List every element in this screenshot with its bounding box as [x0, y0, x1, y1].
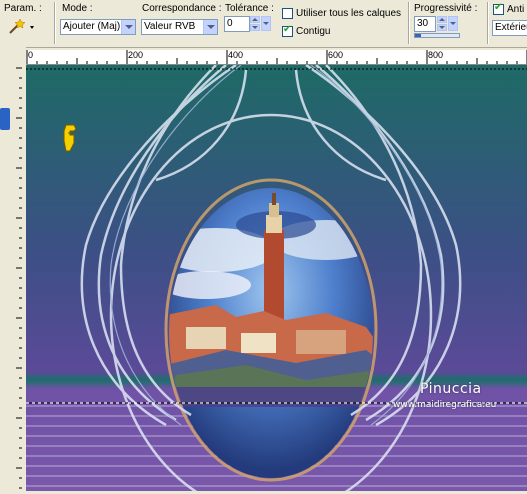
- use-all-layers-label: Utiliser tous les calques: [296, 8, 402, 19]
- use-all-layers-checkbox[interactable]: [282, 8, 293, 19]
- vertical-ruler: [0, 64, 27, 491]
- pointing-hand-icon: [63, 124, 77, 152]
- match-mode-select-value: Valeur RVB: [144, 21, 196, 32]
- horizontal-ruler: 0 200 400 600 800: [26, 50, 527, 65]
- feather-value: 30: [417, 18, 429, 29]
- artwork: [26, 65, 527, 491]
- spin-down-icon[interactable]: [437, 24, 447, 31]
- ruler-corner: [0, 47, 26, 64]
- antialias-select[interactable]: Extérieu: [492, 20, 527, 36]
- ruler-ticks: [26, 50, 527, 64]
- tolerance-value: 0: [227, 18, 233, 29]
- contiguous-checkbox[interactable]: [282, 24, 293, 37]
- antialias-checkbox[interactable]: [493, 2, 504, 15]
- feather-label: Progressivité :: [414, 3, 478, 14]
- magic-wand-icon: [9, 18, 34, 34]
- mode-select-value: Ajouter (Maj): [63, 21, 121, 32]
- spin-down-icon[interactable]: [250, 24, 260, 31]
- ruler-label: 0: [28, 50, 34, 60]
- image-canvas[interactable]: Pinuccia www.maidiregrafica.eu: [26, 65, 527, 491]
- ruler-label: 600: [328, 50, 344, 60]
- tolerance-label: Tolérance :: [225, 3, 274, 14]
- feather-slider-fill: [415, 34, 421, 37]
- ruler-label: 800: [428, 50, 444, 60]
- feather-slider[interactable]: [414, 33, 460, 38]
- separator: [408, 2, 410, 44]
- antialias-label: Anti: [507, 4, 525, 15]
- chevron-down-icon[interactable]: [261, 16, 271, 31]
- magic-wand-preset-button[interactable]: [6, 17, 38, 37]
- tool-options-bar: Param. : Mode : Ajouter (Maj) Correspond…: [0, 0, 527, 48]
- separator: [54, 2, 56, 44]
- chevron-down-icon[interactable]: [448, 16, 458, 31]
- feather-input[interactable]: 30: [414, 16, 436, 32]
- ruler-marker[interactable]: [0, 108, 10, 130]
- watermark-url: www.maidiregrafica.eu: [393, 400, 497, 410]
- tolerance-input[interactable]: 0: [224, 16, 250, 32]
- param-label: Param. :: [4, 3, 42, 14]
- match-mode-select[interactable]: Valeur RVB: [141, 19, 218, 35]
- chevron-down-icon[interactable]: [121, 20, 135, 34]
- spin-up-icon[interactable]: [250, 16, 260, 23]
- antialias-select-value: Extérieu: [495, 22, 527, 33]
- spin-up-icon[interactable]: [437, 16, 447, 23]
- match-mode-label: Correspondance :: [142, 3, 222, 14]
- chevron-down-icon[interactable]: [203, 20, 217, 34]
- tolerance-spinner[interactable]: [250, 16, 272, 32]
- ruler-label: 400: [228, 50, 244, 60]
- mode-label: Mode :: [62, 3, 93, 14]
- watermark-name: Pinuccia: [420, 381, 482, 397]
- feather-spinner[interactable]: [437, 16, 459, 32]
- contiguous-label: Contigu: [296, 26, 331, 37]
- ruler-label: 200: [128, 50, 144, 60]
- separator: [487, 2, 489, 44]
- mode-select[interactable]: Ajouter (Maj): [60, 19, 136, 35]
